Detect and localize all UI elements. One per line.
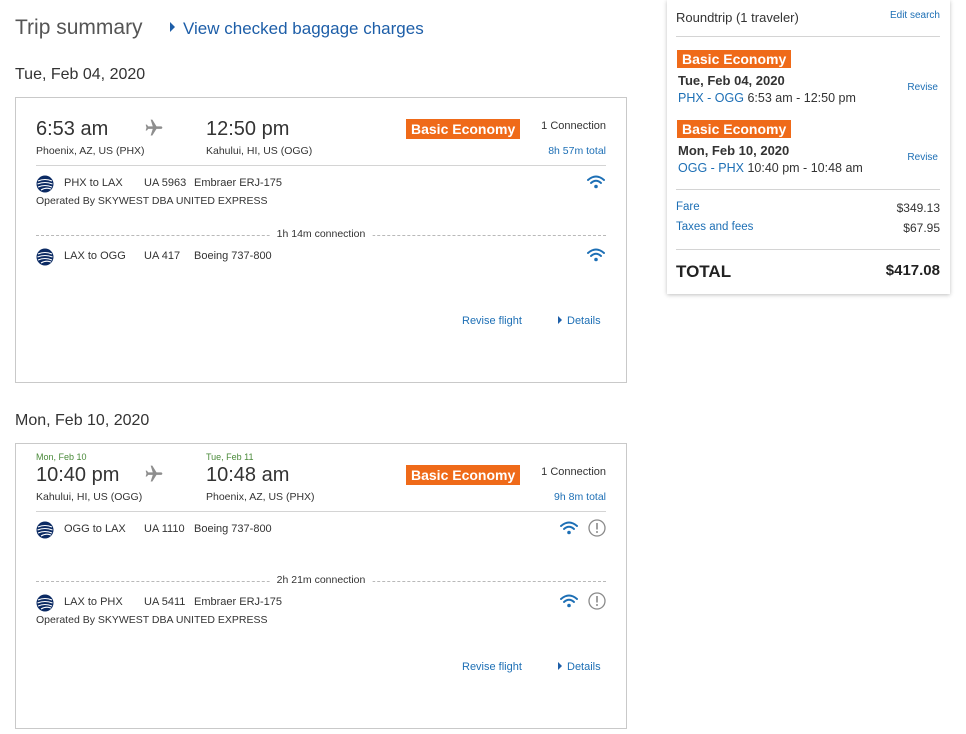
operated-by: Operated By SKYWEST DBA UNITED EXPRESS [36, 614, 268, 626]
departure-date: Mon, Feb 10 [36, 452, 87, 462]
segment-route: LAX to PHX [64, 596, 123, 608]
wifi-icon [587, 175, 605, 189]
united-globe-icon [36, 175, 54, 193]
segment-row: PHX to LAX UA 5963 Embraer ERJ-175 [36, 175, 606, 195]
segment-route: LAX to OGG [64, 250, 126, 262]
segment-row: LAX to OGG UA 417 Boeing 737-800 [36, 248, 606, 268]
divider [676, 249, 940, 250]
details-label: Details [567, 315, 601, 327]
segment-row: LAX to PHX UA 5411 Embraer ERJ-175 [36, 592, 606, 614]
wifi-icon [560, 521, 578, 535]
return-day-heading: Mon, Feb 10, 2020 [15, 412, 150, 429]
caret-right-icon [558, 662, 562, 670]
segment-flight-number: UA 5411 [144, 596, 186, 608]
summary-leg-times: 6:53 am - 12:50 pm [747, 91, 856, 105]
total-label: TOTAL [676, 262, 732, 281]
airplane-icon [145, 465, 163, 482]
wifi-icon [587, 248, 605, 262]
summary-leg-codes: PHX - OGG [678, 91, 744, 105]
segment-row: OGG to LAX UA 1110 Boeing 737-800 [36, 519, 606, 541]
outbound-day-heading: Tue, Feb 04, 2020 [15, 66, 146, 83]
fare-value: $349.13 [896, 201, 940, 215]
edit-search-link[interactable]: Edit search [890, 10, 940, 21]
caret-right-icon [170, 22, 175, 32]
summary-leg-date: Mon, Feb 10, 2020 [678, 143, 790, 158]
summary-fare-badge: Basic Economy [677, 50, 792, 68]
summary-leg-route: OGG - PHX 10:40 pm - 10:48 am [678, 161, 863, 175]
divider [36, 165, 606, 166]
baggage-link-label: View checked baggage charges [183, 19, 424, 38]
summary-leg-codes: OGG - PHX [678, 161, 744, 175]
united-globe-icon [36, 594, 54, 612]
revise-leg-link[interactable]: Revise [907, 82, 938, 93]
operated-by: Operated By SKYWEST DBA UNITED EXPRESS [36, 195, 268, 207]
departure-place: Phoenix, AZ, US (PHX) [36, 145, 145, 157]
page-title: Trip summary [15, 16, 143, 39]
summary-leg-times: 10:40 pm - 10:48 am [747, 161, 863, 175]
fare-label[interactable]: Fare [676, 201, 700, 213]
arrival-place: Phoenix, AZ, US (PHX) [206, 491, 315, 503]
segment-flight-number: UA 5963 [144, 177, 187, 189]
arrival-time: 12:50 pm [206, 118, 290, 140]
layover-duration: 2h 21m connection [269, 574, 373, 586]
revise-flight-link[interactable]: Revise flight [462, 661, 522, 673]
connection-count: 1 Connection [541, 466, 606, 478]
taxes-label[interactable]: Taxes and fees [676, 221, 753, 233]
info-alert-icon[interactable] [588, 519, 606, 537]
revise-leg-link[interactable]: Revise [907, 152, 938, 163]
layover-divider: 1h 14m connection [36, 228, 606, 242]
total-duration: 9h 8m total [554, 491, 606, 503]
roundtrip-traveler-count: Roundtrip (1 traveler) [676, 10, 799, 25]
summary-leg-date: Tue, Feb 04, 2020 [678, 73, 785, 88]
segment-flight-number: UA 417 [144, 250, 181, 262]
outbound-flight-card: 6:53 am Phoenix, AZ, US (PHX) 12:50 pm K… [15, 97, 627, 383]
segment-route: OGG to LAX [64, 523, 126, 535]
departure-time: 6:53 am [36, 118, 109, 140]
wifi-icon [560, 594, 578, 608]
details-label: Details [567, 661, 601, 673]
details-link[interactable]: Details [558, 661, 601, 673]
airplane-icon [145, 119, 163, 136]
departure-time: 10:40 pm [36, 464, 120, 486]
layover-duration: 1h 14m connection [269, 228, 373, 240]
total-duration: 8h 57m total [548, 145, 606, 157]
price-summary-panel: Roundtrip (1 traveler) Edit search Basic… [667, 0, 950, 294]
baggage-charges-link[interactable]: View checked baggage charges [170, 19, 424, 39]
arrival-place: Kahului, HI, US (OGG) [206, 145, 313, 157]
divider [36, 511, 606, 512]
departure-place: Kahului, HI, US (OGG) [36, 491, 143, 503]
segment-flight-number: UA 1110 [144, 523, 185, 535]
divider [676, 189, 940, 190]
segment-route: PHX to LAX [64, 177, 123, 189]
taxes-value: $67.95 [903, 221, 940, 235]
segment-aircraft: Embraer ERJ-175 [194, 177, 283, 189]
segment-aircraft: Boeing 737-800 [194, 250, 272, 262]
return-flight-card: Mon, Feb 10 Tue, Feb 11 10:40 pm Kahului… [15, 443, 627, 729]
revise-flight-link[interactable]: Revise flight [462, 315, 522, 327]
fare-class-badge: Basic Economy [406, 119, 521, 139]
fare-class-badge: Basic Economy [406, 465, 521, 485]
segment-aircraft: Embraer ERJ-175 [194, 596, 283, 608]
layover-divider: 2h 21m connection [36, 574, 606, 588]
connection-count: 1 Connection [541, 120, 606, 132]
united-globe-icon [36, 521, 54, 539]
united-globe-icon [36, 248, 54, 266]
summary-fare-badge: Basic Economy [677, 120, 792, 138]
total-price: $417.08 [885, 262, 940, 279]
divider [676, 36, 940, 37]
summary-leg-route: PHX - OGG 6:53 am - 12:50 pm [678, 91, 856, 105]
info-alert-icon[interactable] [588, 592, 606, 610]
arrival-time: 10:48 am [206, 464, 290, 486]
arrival-date: Tue, Feb 11 [206, 452, 254, 462]
segment-aircraft: Boeing 737-800 [194, 523, 272, 535]
caret-right-icon [558, 316, 562, 324]
details-link[interactable]: Details [558, 315, 601, 327]
